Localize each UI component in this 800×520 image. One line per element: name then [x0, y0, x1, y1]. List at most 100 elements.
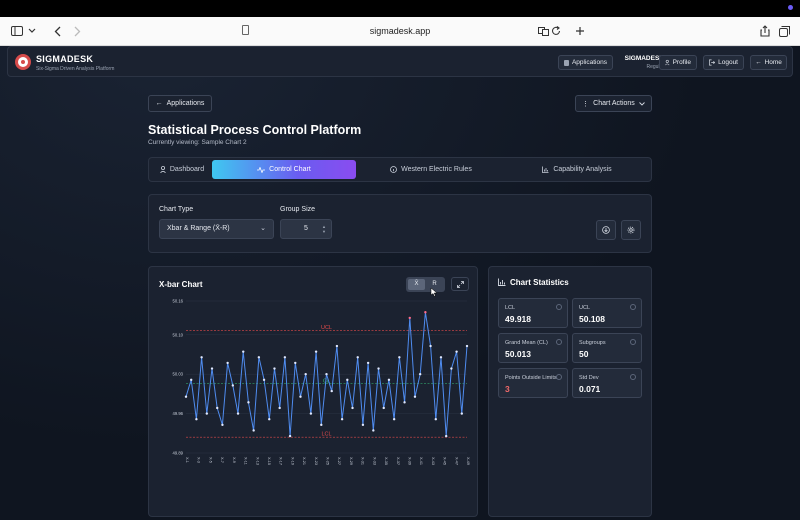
data-point — [247, 401, 250, 404]
reload-icon[interactable] — [550, 23, 562, 39]
expand-button[interactable] — [451, 277, 469, 291]
data-point — [418, 372, 422, 376]
address-bar[interactable]: sigmadesk.app — [300, 23, 500, 40]
data-point — [455, 350, 458, 353]
back-label: Applications — [166, 100, 205, 107]
y-tick-label: 49.96 — [173, 411, 184, 416]
profile-button[interactable]: Profile — [659, 55, 697, 70]
translate-icon[interactable] — [537, 23, 549, 39]
info-icon — [390, 166, 398, 173]
download-button[interactable] — [596, 220, 616, 240]
x-tick-label: X-21 — [302, 457, 306, 465]
data-point — [392, 418, 396, 421]
data-point — [257, 356, 261, 359]
data-point — [309, 412, 313, 415]
main-tabs: Dashboard Control Chart Western Electric… — [148, 157, 652, 182]
forward-icon[interactable] — [71, 23, 83, 39]
chart-type-select[interactable]: Xbar & Range (X̄-R) ⌄ — [159, 219, 274, 239]
group-size-stepper[interactable]: 5 ▲ ▼ — [280, 219, 332, 239]
y-tick-label: 50.03 — [173, 372, 184, 377]
data-point — [190, 378, 193, 382]
data-point — [366, 361, 370, 365]
bar-chart-icon — [542, 166, 549, 173]
data-point — [268, 418, 271, 421]
data-point — [450, 367, 453, 370]
stat-card-std-dev: Std Dev 0.071 — [572, 368, 642, 398]
info-icon[interactable] — [556, 304, 562, 310]
data-point — [242, 350, 245, 353]
chart-title: X-bar Chart — [159, 280, 203, 289]
profile-label: Profile — [672, 59, 691, 66]
x-tick-label: X-19 — [290, 457, 294, 465]
info-icon[interactable] — [556, 374, 562, 380]
chevron-down-icon[interactable] — [27, 23, 37, 39]
page-title: Statistical Process Control Platform — [148, 123, 362, 137]
user-role: Regular — [646, 64, 664, 70]
x-tick-label: X-43 — [431, 457, 435, 465]
info-icon[interactable] — [556, 339, 562, 345]
home-label: Home — [764, 59, 782, 66]
data-point — [273, 367, 276, 370]
reader-icon[interactable] — [242, 25, 249, 35]
back-to-applications-button[interactable]: ← Applications — [148, 95, 212, 112]
tabs-icon[interactable] — [778, 23, 790, 39]
arrow-left-icon: ← — [755, 59, 762, 66]
data-point — [221, 423, 224, 427]
new-tab-icon[interactable] — [574, 23, 586, 39]
x-tick-label: X-15 — [267, 457, 271, 465]
info-icon[interactable] — [630, 339, 636, 345]
logout-button[interactable]: Logout — [703, 55, 744, 70]
x-tick-label: X-13 — [255, 457, 259, 465]
stat-value: 50 — [579, 349, 589, 359]
group-size-value: 5 — [304, 225, 308, 232]
info-icon[interactable] — [630, 374, 636, 380]
data-point — [361, 423, 365, 427]
back-icon[interactable] — [51, 23, 63, 39]
data-point — [314, 350, 318, 353]
x-tick-label: X-5 — [208, 457, 212, 463]
logout-icon — [709, 59, 716, 66]
info-icon[interactable] — [630, 304, 636, 310]
settings-button[interactable] — [621, 220, 641, 240]
data-point — [216, 406, 219, 410]
home-button[interactable]: ← Home — [750, 55, 787, 70]
toggle-xbar[interactable]: X̄ — [408, 279, 425, 290]
sidebar-icon[interactable] — [10, 23, 24, 39]
chart-toggle: X̄ R — [406, 277, 445, 292]
tab-label: Capability Analysis — [553, 166, 612, 173]
stepper-arrows-icon[interactable]: ▲ ▼ — [322, 224, 326, 234]
tab-western-electric-rules[interactable]: Western Electric Rules — [359, 160, 503, 179]
stat-value: 49.918 — [505, 314, 531, 324]
status-dot — [788, 5, 793, 10]
stat-value: 3 — [505, 384, 510, 394]
x-tick-label: X-47 — [454, 457, 458, 465]
data-point — [434, 418, 437, 421]
app-header: SIGMADESK Six-Sigma Driven Analysis Plat… — [7, 46, 793, 77]
data-point — [200, 356, 203, 359]
x-tick-label: X-25 — [326, 457, 330, 465]
chart-actions-label: Chart Actions — [593, 100, 635, 107]
data-point — [372, 429, 375, 432]
data-point — [283, 356, 287, 359]
x-tick-label: X-31 — [361, 457, 365, 465]
x-tick-label: X-11 — [244, 457, 248, 465]
user-name: SIGMADESK — [624, 55, 664, 62]
tab-dashboard[interactable]: Dashboard — [153, 160, 211, 179]
tab-capability-analysis[interactable]: Capability Analysis — [505, 160, 649, 179]
data-point — [387, 378, 391, 382]
data-point — [424, 311, 427, 314]
share-icon[interactable] — [759, 23, 771, 39]
data-point — [439, 356, 443, 359]
expand-icon — [456, 280, 464, 288]
chart-actions-button[interactable]: ⋮ Chart Actions — [575, 95, 652, 112]
chart-statistics-panel: Chart Statistics LCL 49.918 UCL 50.108 G… — [488, 266, 652, 517]
applications-button[interactable]: Applications — [558, 55, 613, 70]
activity-icon — [257, 166, 266, 173]
user-icon — [160, 166, 166, 173]
data-point — [444, 434, 448, 438]
data-point — [351, 406, 354, 410]
data-point — [340, 418, 344, 421]
browser-toolbar: sigmadesk.app — [0, 17, 800, 46]
x-tick-label: X-49 — [466, 457, 470, 465]
tab-control-chart[interactable]: Control Chart — [212, 160, 356, 179]
